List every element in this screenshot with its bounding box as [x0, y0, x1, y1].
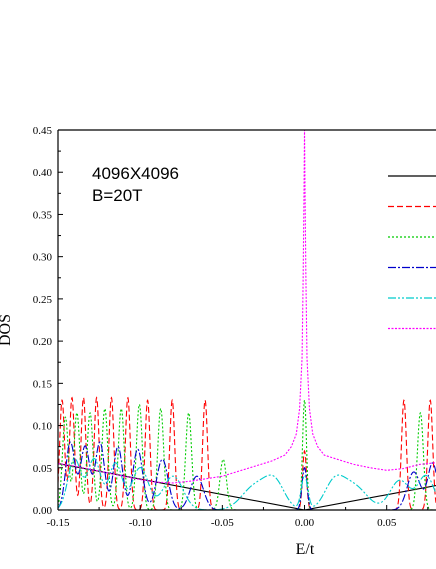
y-tick-label: 0.20: [33, 336, 53, 348]
x-tick-label: -0.15: [47, 517, 70, 529]
series-line-2: [58, 396, 436, 510]
x-axis-label: E/t: [296, 541, 315, 558]
y-tick-label: 0.45: [33, 125, 53, 137]
y-tick-label: 0.25: [33, 294, 53, 306]
y-axis-label: DOS: [0, 314, 14, 346]
y-tick-label: 0.40: [33, 167, 53, 179]
y-tick-label: 0.30: [33, 252, 53, 264]
dos-chart: 0.00 0.05 0.10 0.15 0.20 0.25 0.30 0.35 0.40 0.45…: [0, 0, 436, 564]
x-tick-label: 0.00: [295, 517, 315, 529]
x-tick-label: -0.10: [129, 517, 152, 529]
y-tick-label: 0.00: [33, 505, 53, 517]
x-tick-label: 0.05: [377, 517, 397, 529]
annotation-grid-size: 4096X4096: [92, 164, 179, 183]
chart-svg: 0.00 0.05 0.10 0.15 0.20 0.25 0.30 0.35 0.40 0.45…: [0, 125, 436, 558]
x-tick-label: -0.05: [211, 517, 234, 529]
annotation-field: B=20T: [92, 186, 143, 205]
y-tick-label: 0.05: [33, 463, 53, 475]
y-tick-label: 0.10: [33, 421, 53, 433]
y-tick-label: 0.35: [33, 209, 53, 221]
legend: [388, 175, 436, 330]
y-tick-label: 0.15: [33, 378, 53, 390]
